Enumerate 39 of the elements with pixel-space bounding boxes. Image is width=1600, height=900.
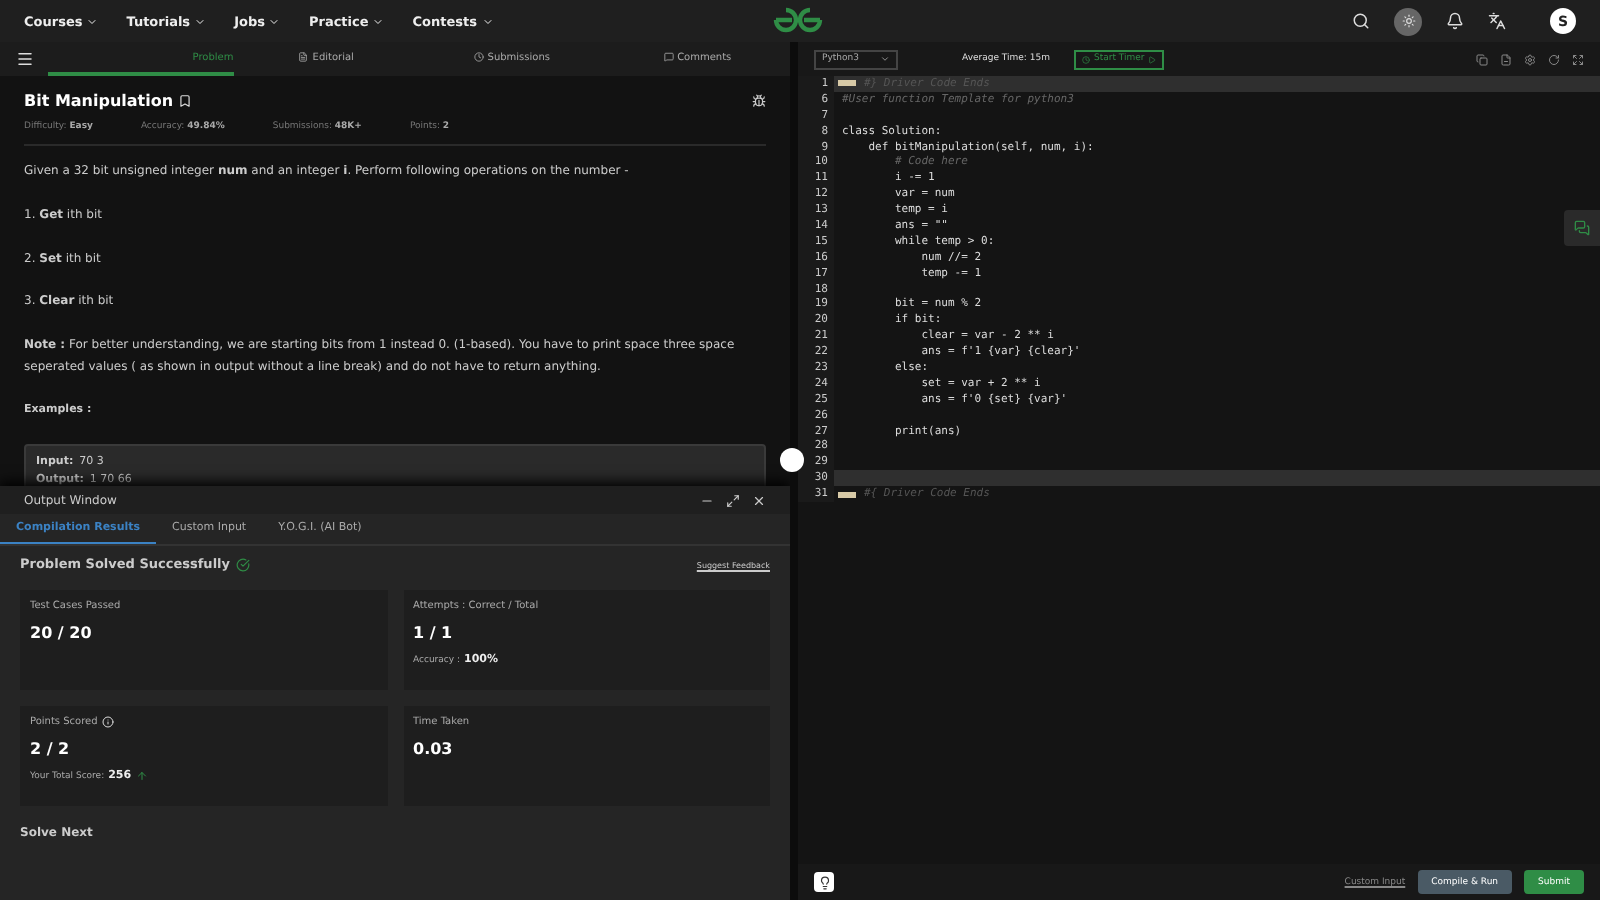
reset-icon[interactable] [1548, 53, 1560, 65]
close-icon[interactable] [752, 493, 766, 507]
speech-bubble-icon [663, 52, 674, 62]
file-icon[interactable] [1500, 53, 1512, 65]
chevron-down-icon [268, 15, 281, 27]
play-icon [1148, 55, 1157, 63]
card-value: 0.03 [413, 740, 455, 758]
chevron-down-icon [194, 15, 207, 27]
chat-button[interactable] [1564, 210, 1600, 246]
card-value: 2 / 2 [30, 740, 72, 758]
chevron-down-icon [880, 54, 890, 64]
problem-title: Bit Manipulation [24, 92, 174, 110]
menu-icon[interactable] [15, 50, 33, 68]
bug-icon[interactable] [752, 94, 766, 108]
maximize-icon[interactable] [726, 493, 740, 507]
settings-icon[interactable] [1524, 53, 1536, 65]
document-icon [298, 52, 309, 62]
card-value: 20 / 20 [30, 624, 94, 642]
chevron-down-icon [372, 15, 385, 27]
lightbulb-icon [817, 875, 831, 889]
fold-marker-icon[interactable] [838, 491, 856, 498]
info-icon[interactable] [101, 716, 114, 728]
chevron-down-icon [86, 15, 99, 27]
clock-icon [473, 52, 484, 62]
theme-toggle[interactable] [1394, 7, 1422, 35]
clock-icon [1081, 55, 1090, 63]
bookmark-icon[interactable] [177, 94, 192, 108]
translate-icon[interactable] [1488, 12, 1506, 30]
bell-icon[interactable] [1446, 12, 1464, 30]
chat-icon [1574, 220, 1590, 236]
sun-icon [1401, 14, 1415, 28]
search-icon[interactable] [1352, 12, 1370, 30]
logo-icon[interactable] [772, 6, 824, 34]
card-value: 1 / 1 [413, 624, 455, 642]
chevron-down-icon [481, 15, 494, 27]
ai-assist-button[interactable] [814, 872, 834, 892]
check-icon [236, 557, 251, 571]
fold-marker-icon[interactable] [838, 80, 856, 87]
copy-icon[interactable] [1476, 53, 1488, 65]
